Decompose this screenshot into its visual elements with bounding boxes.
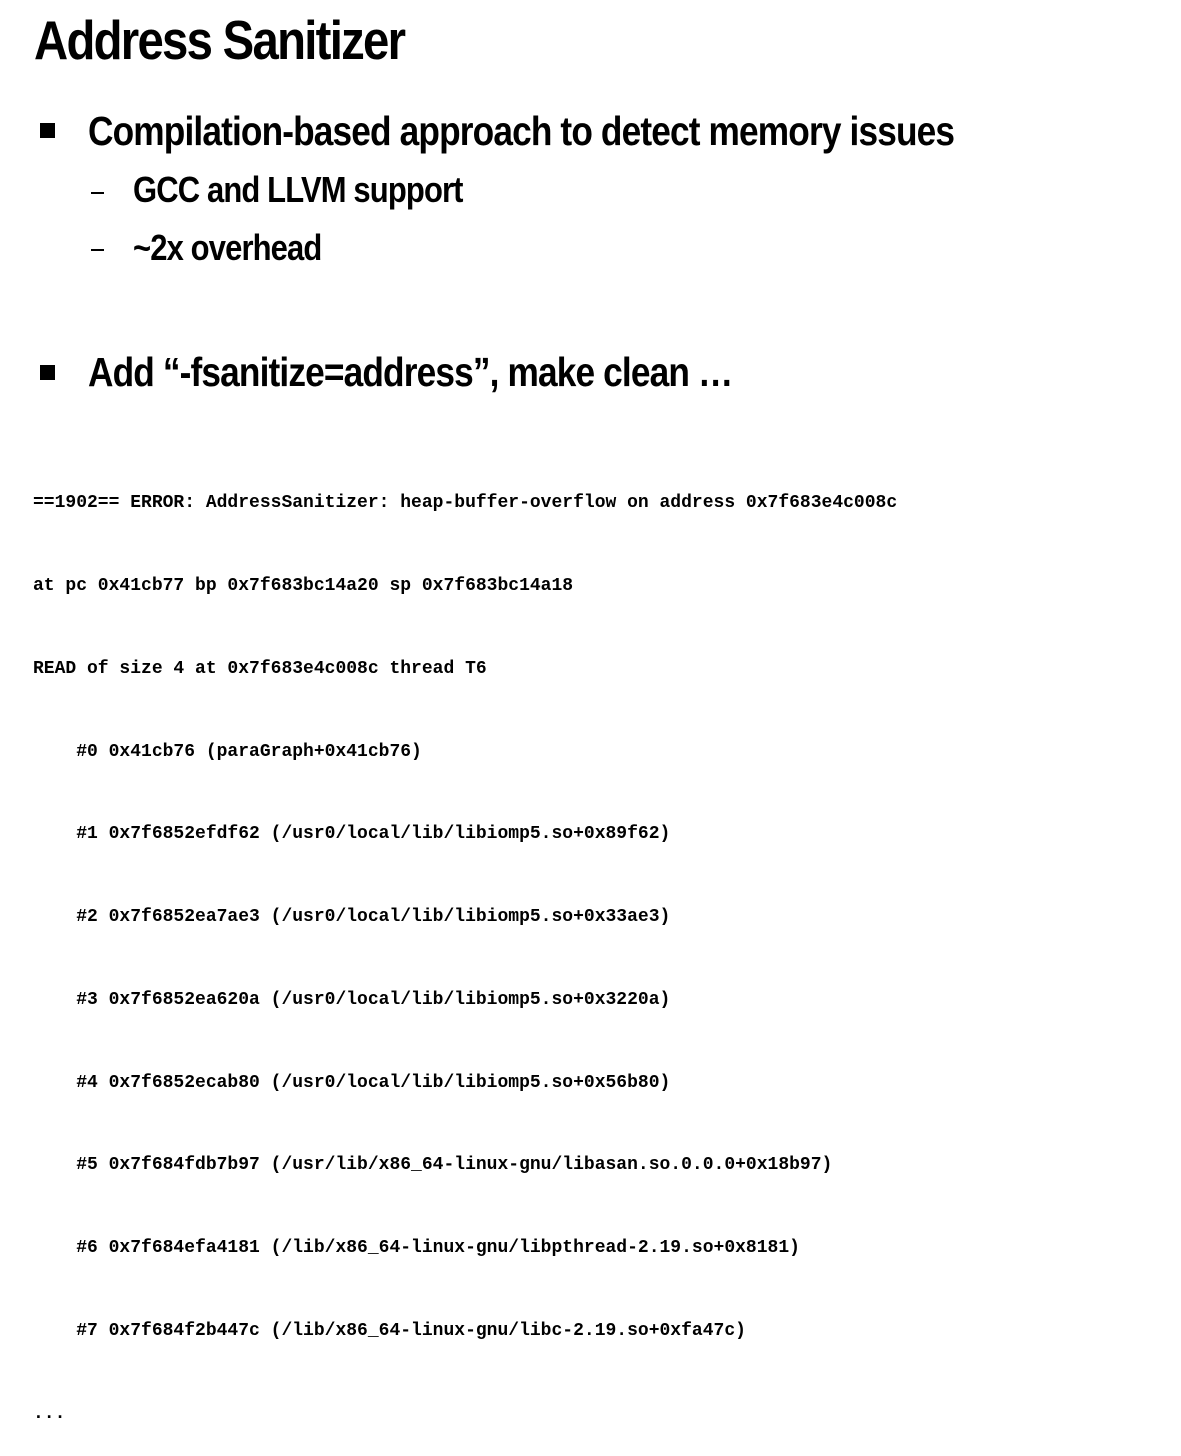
- slide-title: Address Sanitizer: [34, 9, 406, 71]
- code-line: #1 0x7f6852efdf62 (/usr0/local/lib/libio…: [33, 824, 671, 845]
- code-line: #0 0x41cb76 (paraGraph+0x41cb76): [33, 741, 422, 762]
- bullet-text-fsanitize: Add “-fsanitize=address”, make clean …: [88, 349, 733, 395]
- bullet-marker-square: [40, 123, 55, 138]
- code-line: ==1902== ERROR: AddressSanitizer: heap-b…: [33, 493, 898, 514]
- code-line: #5 0x7f684fdb7b97 (/usr/lib/x86_64-linux…: [33, 1155, 833, 1176]
- sub-bullet-overhead: ~2x overhead: [133, 227, 322, 268]
- asan-error-output: ==1902== ERROR: AddressSanitizer: heap-b…: [33, 435, 897, 1456]
- sub-bullet-dash: [91, 249, 104, 251]
- code-line: #7 0x7f684f2b447c (/lib/x86_64-linux-gnu…: [33, 1321, 746, 1341]
- code-line: #3 0x7f6852ea620a (/usr0/local/lib/libio…: [33, 989, 671, 1010]
- code-line: #2 0x7f6852ea7ae3 (/usr0/local/lib/libio…: [33, 907, 671, 928]
- code-line: #4 0x7f6852ecab80 (/usr0/local/lib/libio…: [33, 1072, 671, 1093]
- code-line: READ of size 4 at 0x7f683e4c008c thread …: [33, 658, 487, 679]
- bullet-marker-square: [40, 365, 55, 380]
- sub-bullet-dash: [91, 192, 104, 194]
- code-line: at pc 0x41cb77 bp 0x7f683bc14a20 sp 0x7f…: [33, 575, 574, 596]
- bullet-text-compilation: Compilation-based approach to detect mem…: [88, 108, 955, 154]
- sub-bullet-gcc-llvm: GCC and LLVM support: [133, 169, 463, 210]
- code-line: #6 0x7f684efa4181 (/lib/x86_64-linux-gnu…: [33, 1238, 800, 1259]
- code-line: ...: [33, 1403, 66, 1424]
